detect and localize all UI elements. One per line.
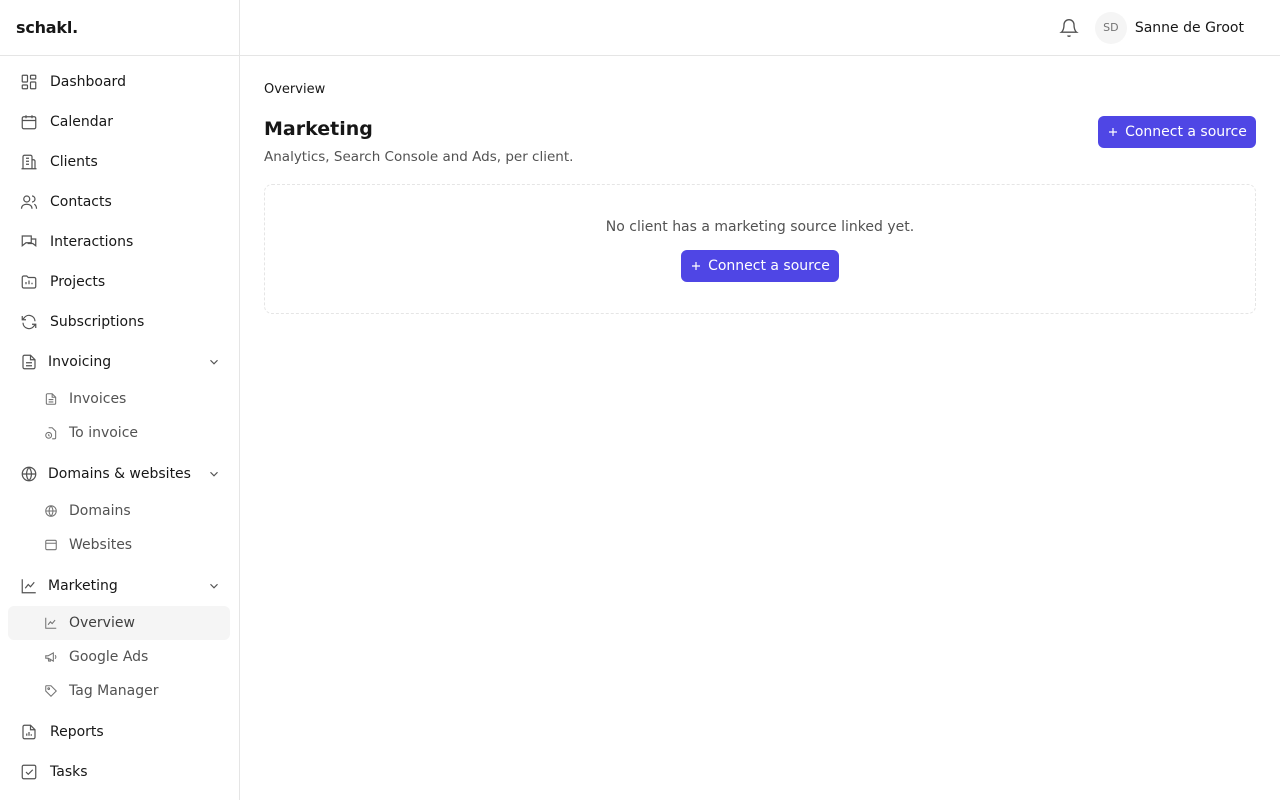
connect-source-button[interactable]: Connect a source xyxy=(1098,116,1256,148)
calendar-icon xyxy=(20,113,38,131)
empty-state: No client has a marketing source linked … xyxy=(264,184,1256,314)
tag-icon xyxy=(44,684,58,698)
bell-icon[interactable] xyxy=(1059,18,1079,38)
checkbox-icon xyxy=(20,763,38,781)
top-bar: SD Sanne de Groot xyxy=(240,0,1280,56)
sidebar-subitem-label: Invoices xyxy=(69,391,127,407)
browser-icon xyxy=(44,538,58,552)
sidebar-subitem-label: Domains xyxy=(69,503,131,519)
sidebar-group-label: Domains & websites xyxy=(48,466,191,482)
report-icon xyxy=(20,723,38,741)
chevron-down-icon[interactable] xyxy=(207,467,221,481)
sidebar-item-label: Reports xyxy=(50,724,104,740)
sidebar-subitem-tag-manager[interactable]: Tag Manager xyxy=(8,674,230,708)
sidebar-item-clients[interactable]: Clients xyxy=(0,142,239,182)
sidebar-group-label: Marketing xyxy=(48,578,118,594)
sidebar-group-invoicing[interactable]: Invoicing xyxy=(0,342,239,382)
sidebar-item-tasks[interactable]: Tasks xyxy=(0,752,239,792)
chevron-down-icon[interactable] xyxy=(207,579,221,593)
sidebar-item-label: Clients xyxy=(50,154,98,170)
chart-line-icon xyxy=(20,577,38,595)
globe-icon xyxy=(20,465,38,483)
users-icon xyxy=(20,193,38,211)
sidebar-subitem-google-ads[interactable]: Google Ads xyxy=(8,640,230,674)
sidebar-item-label: Tasks xyxy=(50,764,88,780)
sidebar: schakl. Dashboard Calendar Clients Conta… xyxy=(0,0,240,800)
main-content: Overview Marketing Analytics, Search Con… xyxy=(240,56,1280,800)
sidebar-subitem-to-invoice[interactable]: To invoice xyxy=(8,416,230,450)
sidebar-item-subscriptions[interactable]: Subscriptions xyxy=(0,302,239,342)
sidebar-item-dashboard[interactable]: Dashboard xyxy=(0,62,239,102)
page-title: Marketing xyxy=(264,118,373,140)
sidebar-item-label: Calendar xyxy=(50,114,113,130)
breadcrumb: Overview xyxy=(264,82,326,97)
sidebar-group-domains[interactable]: Domains & websites xyxy=(0,454,239,494)
sidebar-item-label: Projects xyxy=(50,274,106,290)
app-logo[interactable]: schakl. xyxy=(0,0,239,56)
clock-file-icon xyxy=(44,426,58,440)
chart-line-icon xyxy=(44,616,58,630)
file-text-icon xyxy=(20,353,38,371)
avatar[interactable]: SD xyxy=(1094,11,1127,44)
sidebar-subitem-label: Tag Manager xyxy=(69,683,159,699)
folder-icon xyxy=(20,273,38,291)
sidebar-item-label: Contacts xyxy=(50,194,112,210)
file-icon xyxy=(44,392,58,406)
plus-icon xyxy=(690,260,702,272)
globe-icon xyxy=(44,504,58,518)
sidebar-group-label: Invoicing xyxy=(48,354,112,370)
dashboard-icon xyxy=(20,73,38,91)
megaphone-icon xyxy=(44,650,58,664)
sidebar-subitem-invoices[interactable]: Invoices xyxy=(8,382,230,416)
sidebar-item-projects[interactable]: Projects xyxy=(0,262,239,302)
plus-icon xyxy=(1107,126,1119,138)
sidebar-subitem-overview[interactable]: Overview xyxy=(8,606,230,640)
page-subtitle: Analytics, Search Console and Ads, per c… xyxy=(264,149,574,165)
sidebar-item-interactions[interactable]: Interactions xyxy=(0,222,239,262)
chat-icon xyxy=(20,233,38,251)
empty-state-text: No client has a marketing source linked … xyxy=(605,219,915,235)
sidebar-subitem-label: To invoice xyxy=(69,425,139,441)
building-icon xyxy=(20,153,38,171)
sidebar-subitem-label: Overview xyxy=(69,615,135,631)
sidebar-item-contacts[interactable]: Contacts xyxy=(0,182,239,222)
empty-connect-source-button[interactable]: Connect a source xyxy=(681,250,839,282)
refresh-icon xyxy=(20,313,38,331)
sidebar-item-label: Interactions xyxy=(50,234,134,250)
sidebar-group-marketing[interactable]: Marketing xyxy=(0,566,239,606)
sidebar-subitem-label: Google Ads xyxy=(69,649,149,665)
sidebar-subitem-domains[interactable]: Domains xyxy=(8,494,230,528)
sidebar-item-calendar[interactable]: Calendar xyxy=(0,102,239,142)
sidebar-subitem-websites[interactable]: Websites xyxy=(8,528,230,562)
sidebar-item-label: Subscriptions xyxy=(50,314,145,330)
sidebar-item-label: Dashboard xyxy=(50,74,126,90)
chevron-down-icon[interactable] xyxy=(207,355,221,369)
sidebar-item-reports[interactable]: Reports xyxy=(0,712,239,752)
sidebar-subitem-label: Websites xyxy=(69,537,133,553)
connect-source-label: Connect a source xyxy=(708,258,830,274)
sidebar-nav: Dashboard Calendar Clients Contacts Inte… xyxy=(0,56,239,792)
user-name[interactable]: Sanne de Groot xyxy=(1135,20,1244,36)
connect-source-label: Connect a source xyxy=(1125,124,1247,140)
